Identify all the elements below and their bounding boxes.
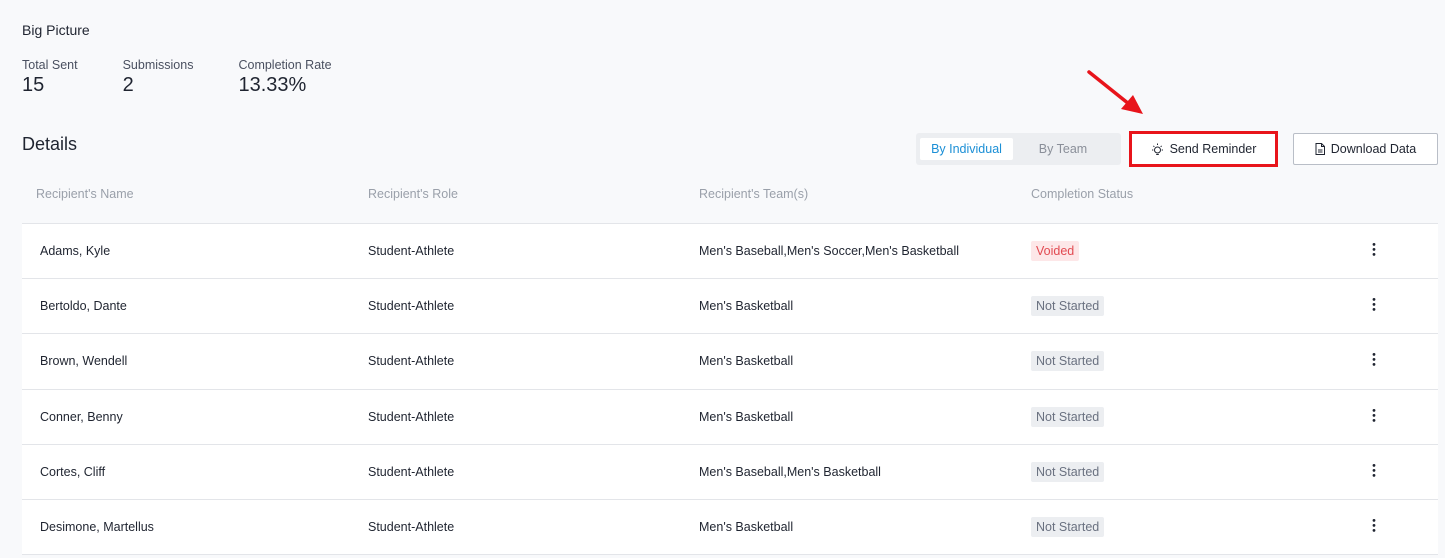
recipient-teams: Men's Basketball [699, 299, 794, 314]
stat-value: 13.33% [238, 74, 307, 96]
column-header-role[interactable]: Recipient's Role [368, 187, 458, 201]
stat-label: Submissions [122, 58, 194, 72]
send-reminder-label: Send Reminder [1169, 142, 1257, 156]
recipient-role: Student-Athlete [368, 520, 455, 535]
recipient-name: Desimone, Martellus [40, 520, 154, 535]
column-header-status[interactable]: Completion Status [1031, 187, 1133, 201]
recipient-teams: Men's Basketball [699, 409, 794, 424]
column-header-name[interactable]: Recipient's Name [36, 187, 134, 201]
recipient-name: Bertoldo, Dante [40, 299, 127, 314]
status-badge: Not Started [1031, 351, 1105, 372]
status-badge: Not Started [1031, 296, 1105, 317]
status-badge: Not Started [1031, 406, 1105, 427]
status-badge: Not Started [1031, 517, 1105, 538]
download-data-button[interactable]: Download Data [1293, 133, 1438, 165]
more-options-icon[interactable] [1367, 460, 1381, 480]
recipient-teams: Men's Baseball,Men's Basketball [699, 464, 881, 479]
recipient-role: Student-Athlete [368, 244, 455, 259]
stat-label: Total Sent [22, 58, 78, 72]
annotation-arrow-icon [1087, 70, 1143, 114]
stat-value: 15 [22, 74, 45, 96]
stat-submissions: Submissions 2 [123, 58, 194, 97]
document-icon [1315, 143, 1325, 155]
recipient-name: Cortes, Cliff [40, 464, 106, 479]
recipient-teams: Men's Basketball [699, 354, 794, 369]
more-options-icon[interactable] [1367, 515, 1381, 535]
stat-value: 2 [122, 74, 134, 96]
recipients-table-body: Adams, Kyle Student-Athlete Men's Baseba… [22, 224, 1438, 556]
toggle-by-individual[interactable]: By Individual [920, 138, 1013, 160]
status-badge: Not Started [1031, 461, 1105, 482]
table-row[interactable]: Bertoldo, Dante Student-Athlete Men's Ba… [22, 279, 1438, 335]
download-data-label: Download Data [1330, 142, 1417, 156]
recipient-role: Student-Athlete [368, 409, 455, 424]
more-options-icon[interactable] [1367, 405, 1381, 425]
status-badge: Voided [1031, 241, 1080, 262]
big-picture-title: Big Picture [22, 22, 90, 38]
table-row[interactable]: Adams, Kyle Student-Athlete Men's Baseba… [22, 224, 1438, 280]
stats-summary: Total Sent 15 Submissions 2 Completion R… [22, 58, 377, 97]
send-reminder-button[interactable]: Send Reminder [1129, 131, 1278, 167]
more-options-icon[interactable] [1367, 239, 1381, 259]
table-row[interactable]: Desimone, Martellus Student-Athlete Men'… [22, 499, 1438, 556]
stat-completion-rate: Completion Rate 13.33% [238, 58, 331, 97]
recipient-name: Adams, Kyle [40, 244, 111, 259]
recipient-teams: Men's Basketball [699, 520, 794, 535]
column-header-teams[interactable]: Recipient's Team(s) [699, 187, 808, 201]
toggle-by-team[interactable]: By Team [1013, 138, 1113, 160]
recipient-role: Student-Athlete [368, 464, 455, 479]
lightbulb-icon [1151, 143, 1164, 156]
more-options-icon[interactable] [1367, 295, 1381, 315]
more-options-icon[interactable] [1367, 350, 1381, 370]
stat-label: Completion Rate [238, 58, 332, 72]
view-toggle: By Individual By Team [916, 133, 1121, 165]
stat-total-sent: Total Sent 15 [22, 58, 78, 97]
table-row[interactable]: Brown, Wendell Student-Athlete Men's Bas… [22, 334, 1438, 390]
table-row[interactable]: Conner, Benny Student-Athlete Men's Bask… [22, 389, 1438, 445]
table-row[interactable]: Cortes, Cliff Student-Athlete Men's Base… [22, 444, 1438, 500]
recipient-name: Conner, Benny [40, 409, 123, 424]
recipient-role: Student-Athlete [368, 354, 455, 369]
recipient-teams: Men's Baseball,Men's Soccer,Men's Basket… [699, 244, 960, 259]
recipient-role: Student-Athlete [368, 299, 455, 314]
recipient-name: Brown, Wendell [40, 354, 128, 369]
details-title: Details [22, 134, 78, 154]
table-header: Recipient's Name Recipient's Role Recipi… [22, 180, 1438, 224]
